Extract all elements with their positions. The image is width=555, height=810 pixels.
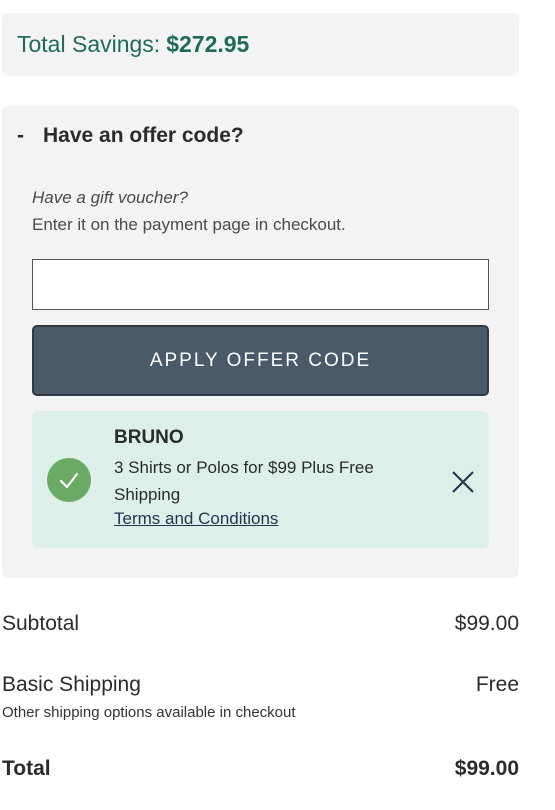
offer-code-input[interactable]	[32, 259, 489, 310]
check-icon	[47, 458, 91, 502]
collapse-icon: -	[17, 124, 24, 147]
gift-voucher-hint: Enter it on the payment page in checkout…	[32, 215, 346, 234]
total-value: $99.00	[454, 757, 519, 780]
subtotal-row: Subtotal $99.00	[2, 612, 519, 636]
promo-description: 3 Shirts or Polos for $99 Plus Free Ship…	[114, 458, 374, 504]
applied-promo-card: BRUNO 3 Shirts or Polos for $99 Plus Fre…	[32, 411, 489, 548]
total-row: Total $99.00	[2, 757, 519, 781]
offer-code-heading: Have an offer code?	[43, 124, 244, 147]
terms-and-conditions-link[interactable]: Terms and Conditions	[114, 509, 278, 529]
total-savings-banner: Total Savings: $272.95	[2, 13, 519, 76]
promo-code: BRUNO	[114, 427, 184, 448]
gift-voucher-question: Have a gift voucher?	[32, 188, 188, 207]
shipping-row: Basic Shipping Free	[2, 673, 519, 697]
subtotal-label: Subtotal	[2, 612, 80, 635]
savings-amount: $272.95	[166, 31, 250, 57]
remove-promo-button[interactable]	[448, 467, 478, 497]
shipping-value: Free	[475, 673, 519, 696]
shipping-note: Other shipping options available in chec…	[2, 704, 296, 721]
subtotal-value: $99.00	[454, 612, 519, 635]
offer-code-toggle[interactable]: - Have an offer code?	[17, 124, 244, 148]
apply-offer-code-button[interactable]: APPLY OFFER CODE	[32, 325, 489, 396]
savings-label: Total Savings:	[17, 31, 161, 57]
shipping-label: Basic Shipping	[2, 673, 141, 696]
offer-code-panel: - Have an offer code? Have a gift vouche…	[2, 106, 519, 578]
total-label: Total	[2, 757, 51, 780]
close-icon	[452, 471, 474, 493]
